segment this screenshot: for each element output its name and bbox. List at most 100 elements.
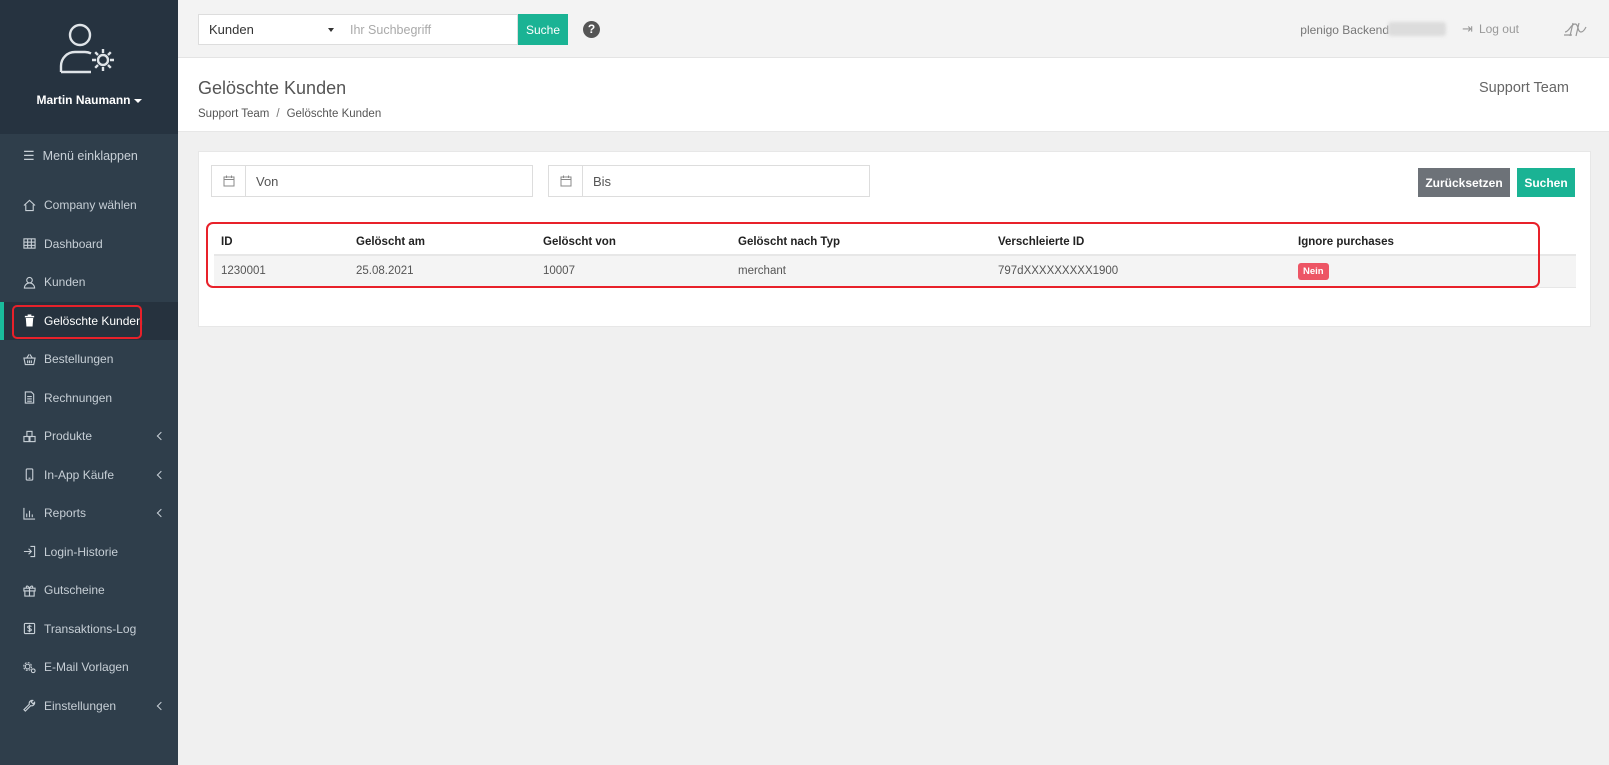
- column-header-obfuscated-id[interactable]: Verschleierte ID: [991, 230, 1291, 256]
- mobile-icon: [23, 468, 36, 481]
- user-icon: [23, 276, 36, 289]
- sidebar-item-label: Reports: [44, 506, 87, 521]
- user-gear-icon: [59, 23, 114, 74]
- sidebar-item-label: Login-Historie: [44, 544, 119, 559]
- team-name: Support Team: [1478, 80, 1569, 96]
- sidebar-nav: Company wählen Dashboard Kunden Gelöscht…: [0, 186, 178, 725]
- content-panel: Zurücksetzen Suchen ID Gelöscht am Gelös…: [198, 151, 1591, 327]
- chevron-left-icon: [156, 701, 166, 710]
- highlight-annotation: [12, 304, 142, 339]
- date-to-input[interactable]: [583, 166, 869, 196]
- sidebar-item-label: Transaktions-Log: [44, 621, 137, 636]
- deleted-customers-table: ID Gelöscht am Gelöscht von Gelöscht nac…: [214, 230, 1576, 288]
- sidebar-item-einstellungen[interactable]: Einstellungen: [0, 687, 178, 726]
- search-button[interactable]: Suche: [518, 14, 568, 45]
- sign-out-icon: ⇥: [1462, 21, 1473, 36]
- profile-header: Martin Naumann: [0, 0, 178, 134]
- sidebar-item-bestellungen[interactable]: Bestellungen: [0, 340, 178, 379]
- question-circle-icon[interactable]: ?: [583, 21, 600, 38]
- sidebar-item-email-vorlagen[interactable]: E-Mail Vorlagen: [0, 648, 178, 687]
- sidebar-item-label: Produkte: [44, 429, 93, 444]
- search-scope-value: Kunden: [209, 22, 254, 37]
- status-badge: Nein: [1298, 262, 1329, 280]
- table-header-row: ID Gelöscht am Gelöscht von Gelöscht nac…: [214, 230, 1576, 256]
- sidebar-item-in-app-kaeufe[interactable]: In-App Käufe: [0, 456, 178, 495]
- column-header-deleted-at[interactable]: Gelöscht am: [349, 230, 536, 256]
- date-from-field[interactable]: [211, 165, 533, 197]
- cell-obfuscated-id: 797dXXXXXXXXX1900: [991, 255, 1291, 288]
- gears-icon: [23, 661, 36, 674]
- column-header-id[interactable]: ID: [214, 230, 349, 256]
- user-name: Martin Naumann: [36, 93, 131, 107]
- column-header-ignore-purchases[interactable]: Ignore purchases: [1291, 230, 1576, 256]
- collapse-menu-label: Menü einklappen: [42, 149, 138, 163]
- search-scope-select[interactable]: Kunden: [198, 14, 341, 45]
- topbar: Kunden Suche ? plenigo Backend ⇥ Log out: [178, 0, 1609, 58]
- dollar-icon: [23, 622, 36, 635]
- sidebar-item-label: Kunden: [44, 275, 86, 290]
- calendar-icon: [212, 166, 246, 196]
- sidebar-item-geloeschte-kunden[interactable]: Gelöschte Kunden: [0, 301, 178, 340]
- home-icon: [23, 199, 36, 212]
- collapse-menu-button[interactable]: ☰ Menü einklappen: [0, 136, 178, 176]
- gift-icon: [23, 584, 36, 597]
- sidebar-item-label: Rechnungen: [44, 390, 113, 405]
- cell-deleted-at: 25.08.2021: [349, 255, 536, 288]
- cell-deleted-type: merchant: [731, 255, 991, 288]
- table-row[interactable]: 1230001 25.08.2021 10007 merchant 797dXX…: [214, 255, 1576, 288]
- sidebar-item-label: Dashboard: [44, 236, 103, 251]
- caret-down-icon: [328, 28, 334, 32]
- redacted-company-name: [1388, 22, 1446, 36]
- grid-icon: [23, 237, 36, 250]
- filter-search-button[interactable]: Suchen: [1517, 168, 1575, 197]
- reset-button[interactable]: Zurücksetzen: [1418, 168, 1510, 197]
- sidebar-item-transaktions-log[interactable]: Transaktions-Log: [0, 610, 178, 649]
- chevron-left-icon: [156, 509, 166, 518]
- sidebar: Martin Naumann ☰ Menü einklappen Company…: [0, 0, 178, 765]
- cell-id: 1230001: [214, 255, 349, 288]
- plenigo-logo-icon[interactable]: [1563, 20, 1587, 38]
- breadcrumb-item-active: Gelöschte Kunden: [286, 108, 382, 120]
- bar-chart-icon: [23, 507, 36, 520]
- breadcrumb-item[interactable]: Support Team: [198, 108, 269, 120]
- sidebar-item-label: E-Mail Vorlagen: [44, 660, 129, 675]
- logout-label: Log out: [1478, 22, 1519, 36]
- sidebar-item-kunden[interactable]: Kunden: [0, 263, 178, 302]
- cell-deleted-by: 10007: [536, 255, 731, 288]
- breadcrumb: Support Team / Gelöschte Kunden: [198, 108, 381, 120]
- sidebar-item-label: Gutscheine: [44, 583, 105, 598]
- chevron-left-icon: [156, 432, 166, 441]
- user-menu-toggle[interactable]: Martin Naumann: [0, 93, 178, 107]
- hamburger-icon: ☰: [23, 148, 35, 163]
- boxes-icon: [23, 430, 36, 443]
- sidebar-item-login-historie[interactable]: Login-Historie: [0, 533, 178, 572]
- sidebar-item-produkte[interactable]: Produkte: [0, 417, 178, 456]
- sidebar-item-gutscheine[interactable]: Gutscheine: [0, 571, 178, 610]
- sidebar-item-dashboard[interactable]: Dashboard: [0, 225, 178, 264]
- sidebar-item-label: Bestellungen: [44, 352, 114, 367]
- column-header-deleted-type[interactable]: Gelöscht nach Typ: [731, 230, 991, 256]
- search-input[interactable]: [340, 14, 518, 45]
- sidebar-item-rechnungen[interactable]: Rechnungen: [0, 379, 178, 418]
- wrench-icon: [23, 699, 36, 713]
- backend-label: plenigo Backend: [1300, 23, 1389, 37]
- sidebar-item-label: Einstellungen: [44, 698, 117, 713]
- sidebar-item-label: In-App Käufe: [44, 467, 115, 482]
- cell-ignore-purchases: Nein: [1291, 255, 1576, 288]
- date-to-field[interactable]: [548, 165, 870, 197]
- caret-down-icon: [133, 98, 142, 103]
- date-from-input[interactable]: [246, 166, 532, 196]
- sign-in-icon: [23, 545, 36, 558]
- page-heading: Gelöschte Kunden Support Team / Gelöschte …: [178, 58, 1609, 132]
- document-icon: [23, 391, 36, 404]
- chevron-left-icon: [156, 470, 166, 479]
- sidebar-item-label: Company wählen: [44, 198, 137, 213]
- basket-icon: [23, 353, 36, 366]
- sidebar-item-company[interactable]: Company wählen: [0, 186, 178, 225]
- breadcrumb-separator: /: [276, 108, 280, 120]
- page-title: Gelöschte Kunden: [198, 78, 347, 98]
- calendar-icon: [549, 166, 583, 196]
- column-header-deleted-by[interactable]: Gelöscht von: [536, 230, 731, 256]
- logout-button[interactable]: ⇥ Log out: [1462, 21, 1519, 37]
- sidebar-item-reports[interactable]: Reports: [0, 494, 178, 533]
